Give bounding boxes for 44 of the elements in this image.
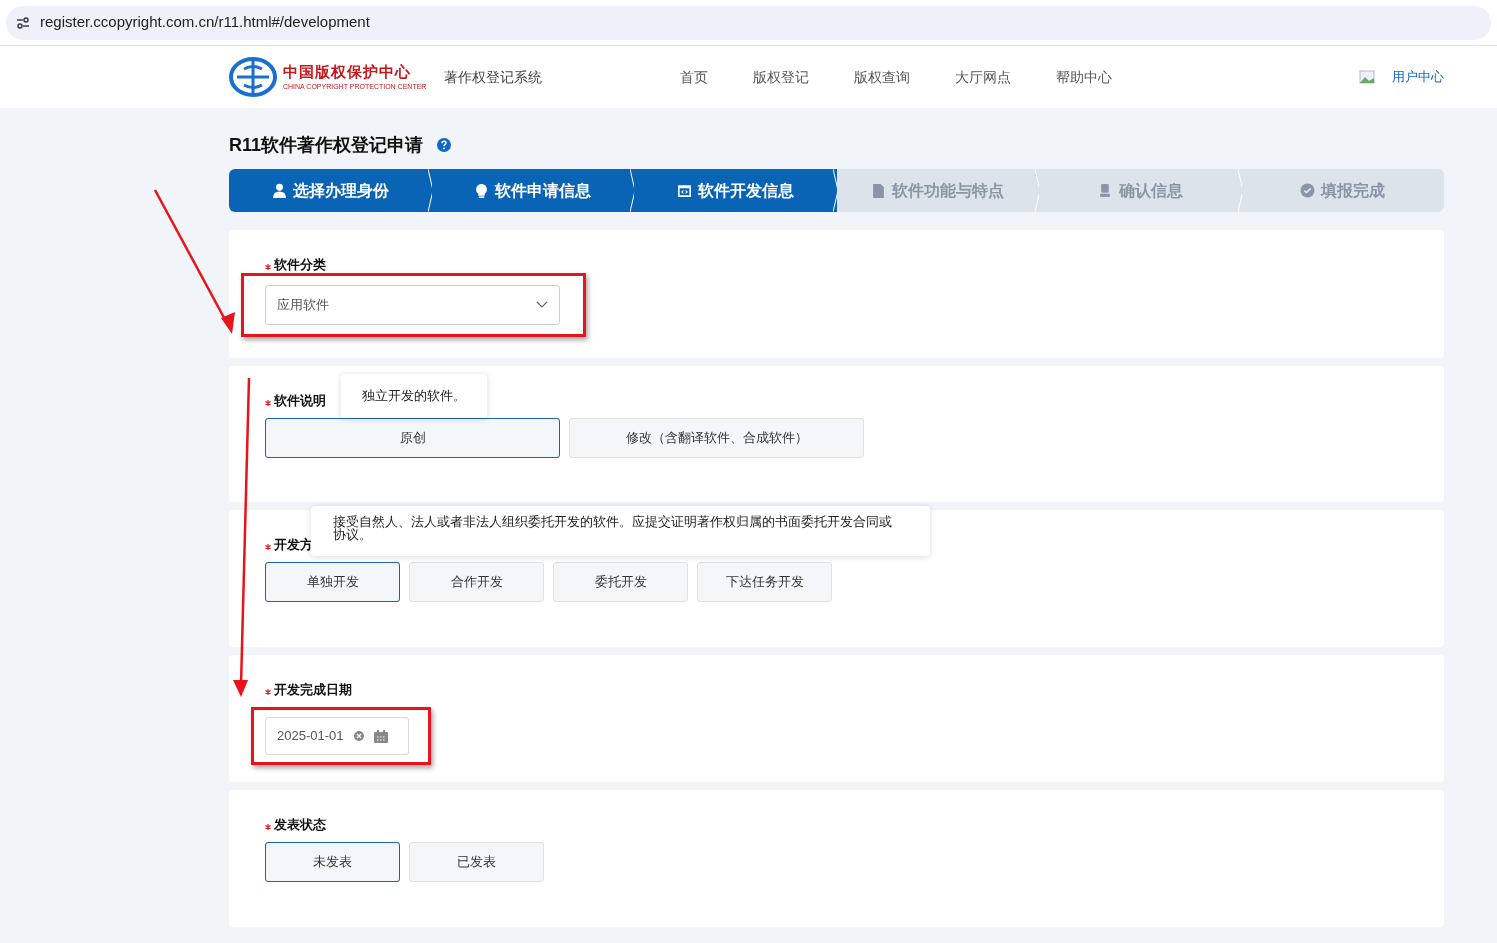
date-field[interactable]: 2025-01-01 — [265, 717, 409, 755]
logo-icon — [229, 57, 277, 97]
tooltip: 接受自然人、法人或者非法人组织委托开发的软件。应提交证明著作权归属的书面委托开发合同或协议。 — [311, 506, 930, 556]
chevron-down-icon — [536, 301, 548, 309]
site-settings-icon[interactable] — [16, 15, 30, 30]
address-bar[interactable]: register.ccopyright.com.cn/r11.html#/development — [6, 5, 1491, 40]
check-circle-icon — [1300, 183, 1316, 198]
clear-icon[interactable] — [353, 731, 364, 741]
logo-title: 中国版权保护中心 — [283, 64, 412, 80]
option-button[interactable]: 下达任务开发 — [697, 562, 832, 602]
code-window-icon — [676, 183, 692, 198]
nav-link[interactable]: 大厅网点 — [955, 66, 1012, 88]
field-label: 软件分类 — [274, 256, 326, 275]
option-button[interactable]: 已发表 — [409, 842, 544, 882]
progress-step[interactable]: 软件申请信息 — [431, 169, 634, 212]
system-name: 著作权登记系统 — [444, 67, 543, 87]
field-label: 发表状态 — [274, 816, 326, 835]
progress-step[interactable]: 选择办理身份 — [229, 169, 432, 212]
help-icon[interactable] — [437, 138, 452, 152]
user-icon — [271, 183, 287, 198]
user-center-link[interactable]: 用户中心 — [1392, 67, 1444, 87]
nav-link[interactable]: 首页 — [680, 66, 709, 88]
option-button[interactable]: 单独开发 — [265, 562, 400, 602]
select-field[interactable]: 应用软件 — [265, 285, 560, 325]
option-button[interactable]: 合作开发 — [409, 562, 544, 602]
document-icon — [871, 183, 887, 198]
option-button[interactable]: 未发表 — [265, 842, 400, 882]
progress-step[interactable]: 软件开发信息 — [634, 169, 837, 212]
page-title: R11软件著作权登记申请 — [229, 133, 424, 157]
url-text: register.ccopyright.com.cn/r11.html#/development — [40, 12, 370, 33]
nav-link[interactable]: 版权查询 — [854, 66, 911, 88]
option-button[interactable]: 修改（含翻译软件、合成软件） — [569, 418, 864, 458]
field-label: 开发完成日期 — [274, 681, 352, 700]
nav-link[interactable]: 版权登记 — [753, 66, 810, 88]
calendar-icon[interactable] — [373, 729, 388, 743]
stamp-icon — [1097, 183, 1113, 198]
tooltip: 独立开发的软件。 — [341, 374, 487, 418]
nav-link[interactable]: 帮助中心 — [1056, 66, 1113, 88]
bulb-icon — [474, 183, 490, 198]
option-button[interactable]: 委托开发 — [553, 562, 688, 602]
avatar-placeholder-icon — [1359, 70, 1375, 84]
field-label: 软件说明 — [274, 392, 326, 411]
field-label: 开发方 — [274, 536, 313, 555]
option-button[interactable]: 原创 — [265, 418, 560, 458]
